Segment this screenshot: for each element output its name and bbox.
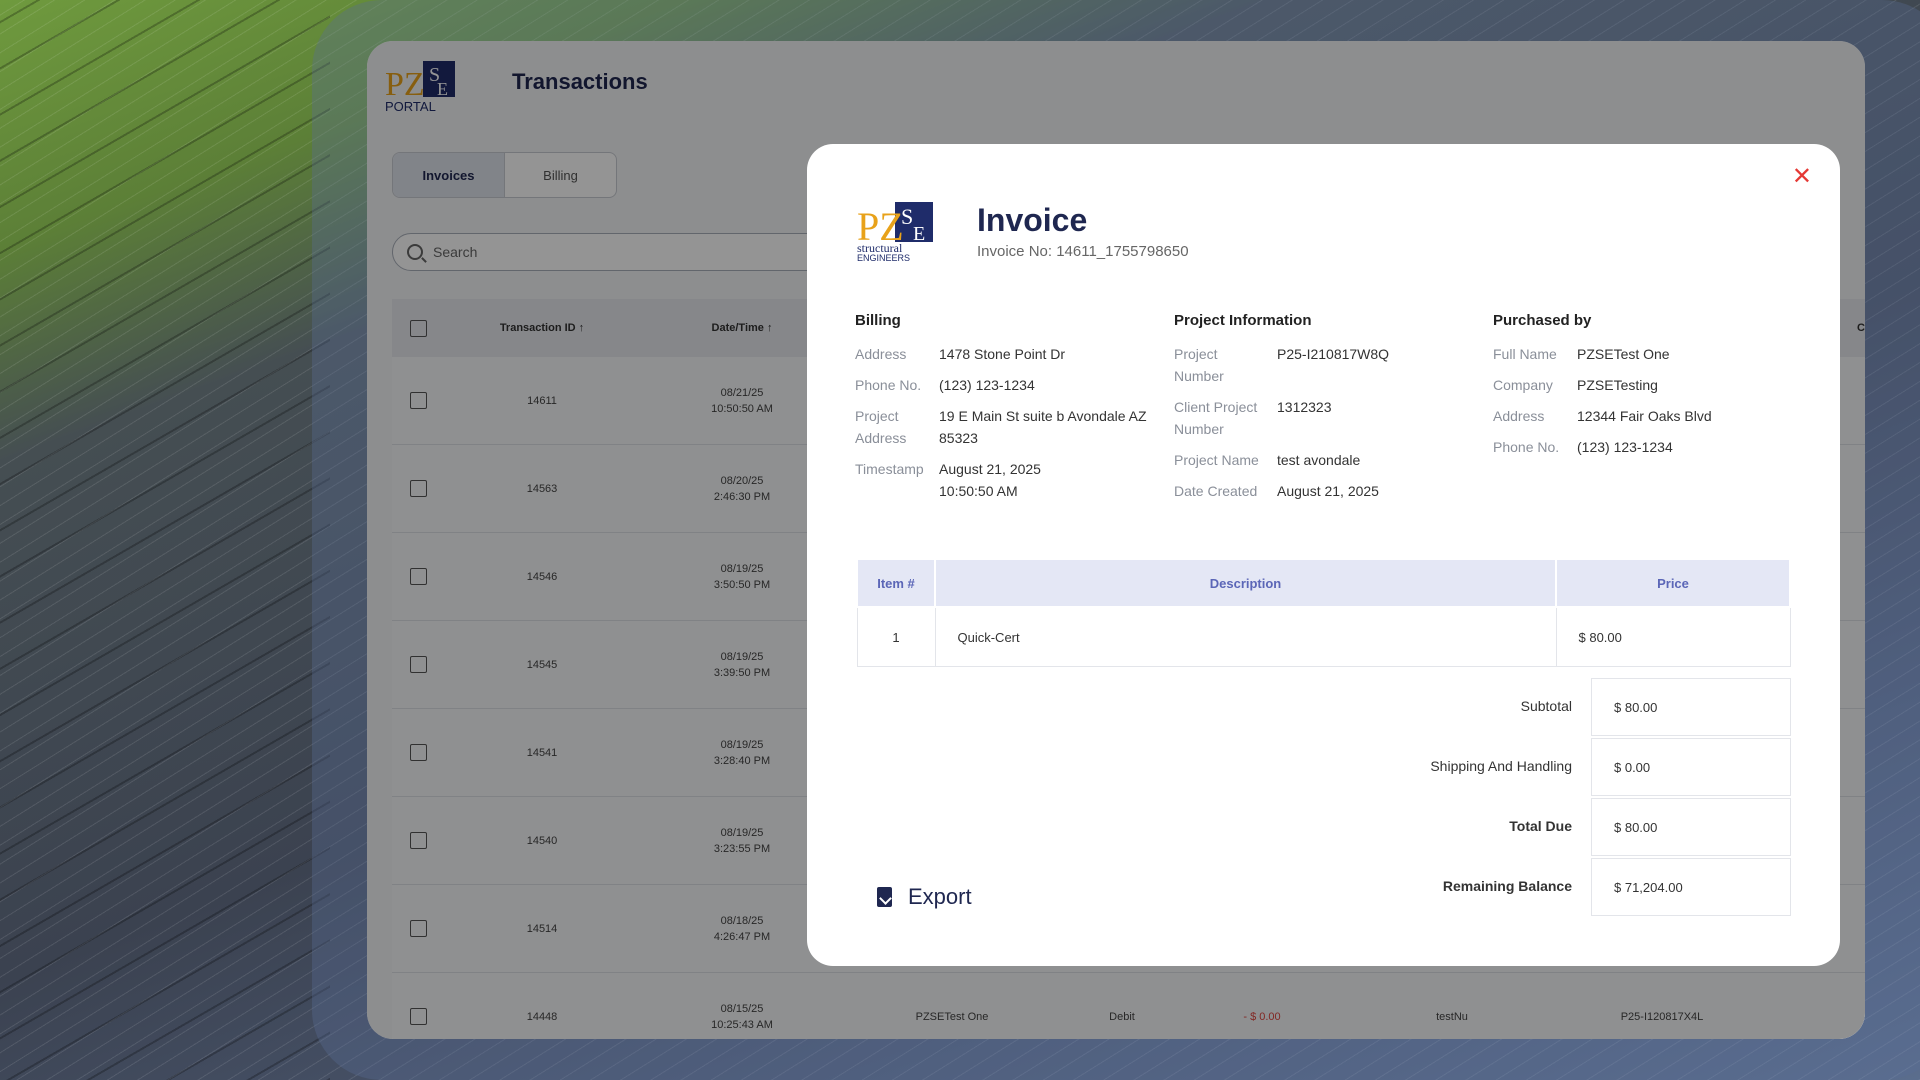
export-file-icon (877, 887, 892, 907)
svg-text:E: E (913, 223, 925, 245)
svg-text:S: S (901, 204, 913, 229)
remaining-label: Remaining Balance (1442, 878, 1572, 894)
billing-section: Billing Address 1478 Stone Point Dr Phone… (855, 312, 1155, 511)
col-price: Price (1555, 558, 1791, 608)
invoice-items-table: Item # Description Price 1 Quick-Cert $ … (856, 558, 1791, 667)
total-value: $ 80.00 (1591, 798, 1791, 856)
invoice-title: Invoice (977, 202, 1088, 238)
label: Address (1493, 408, 1545, 424)
label: Project Number (1174, 346, 1224, 384)
col-description: Description (934, 558, 1557, 608)
item-number: 1 (856, 606, 936, 667)
label: Project Address (855, 408, 907, 446)
timestamp: August 21, 2025 10:50:50 AM (939, 461, 1041, 499)
shipping-row: Shipping And Handling $ 0.00 (856, 738, 1791, 798)
subtotal-row: Subtotal $ 80.00 (856, 678, 1791, 738)
purchaser-phone: (123) 123-1234 (1577, 439, 1673, 455)
label: Timestamp (855, 461, 924, 477)
col-item: Item # (856, 558, 936, 608)
project-name: test avondale (1277, 452, 1361, 468)
shipping-value: $ 0.00 (1591, 738, 1791, 796)
items-header-row: Item # Description Price (856, 558, 1791, 608)
billing-heading: Billing (855, 312, 901, 329)
item-price: $ 80.00 (1555, 606, 1791, 667)
label: Address (855, 346, 907, 362)
purchased-by-heading: Purchased by (1493, 312, 1592, 329)
purchased-by-section: Purchased by Full Name PZSETest One Compa… (1493, 312, 1793, 467)
invoice-number: Invoice No: 14611_1755798650 (977, 243, 1189, 260)
export-button[interactable]: Export (877, 884, 972, 910)
billing-address: 1478 Stone Point Dr (939, 346, 1066, 362)
client-project-number: 1312323 (1277, 399, 1332, 415)
label: Project Name (1174, 452, 1259, 468)
background-solar-panels (0, 0, 330, 1080)
label: Date Created (1174, 483, 1258, 499)
project-number: P25-I210817W8Q (1277, 346, 1390, 362)
total-row: Total Due $ 80.00 (856, 798, 1791, 858)
label: Full Name (1493, 346, 1557, 362)
total-label: Total Due (1509, 818, 1572, 834)
purchaser-address: 12344 Fair Oaks Blvd (1577, 408, 1712, 424)
pzse-logo: PZ S E structural ENGINEERS (857, 202, 933, 262)
export-label: Export (908, 884, 972, 909)
project-info-section: Project Information Project Number P25-I2… (1174, 312, 1474, 511)
subtotal-label: Subtotal (1520, 698, 1572, 714)
invoice-modal: ✕ PZ S E structural ENGINEERS Invoice In… (807, 144, 1840, 966)
label: Phone No. (1493, 439, 1560, 455)
item-row: 1 Quick-Cert $ 80.00 (856, 606, 1791, 667)
billing-phone: (123) 123-1234 (939, 377, 1035, 393)
subtotal-value: $ 80.00 (1591, 678, 1791, 736)
label: Client Project Number (1174, 399, 1258, 437)
project-info-heading: Project Information (1174, 312, 1312, 329)
item-description: Quick-Cert (934, 606, 1557, 667)
project-address: 19 E Main St suite b Avondale AZ 85323 (939, 408, 1147, 446)
svg-text:ENGINEERS: ENGINEERS (857, 253, 910, 262)
remaining-balance-row: Remaining Balance $ 71,204.00 (856, 858, 1791, 918)
purchaser-name: PZSETest One (1577, 346, 1670, 362)
shipping-label: Shipping And Handling (1430, 758, 1572, 774)
label: Company (1493, 377, 1553, 393)
date-created: August 21, 2025 (1277, 483, 1379, 499)
close-icon[interactable]: ✕ (1792, 162, 1812, 191)
label: Phone No. (855, 377, 922, 393)
purchaser-company: PZSETesting (1577, 377, 1658, 393)
remaining-value: $ 71,204.00 (1591, 858, 1791, 916)
